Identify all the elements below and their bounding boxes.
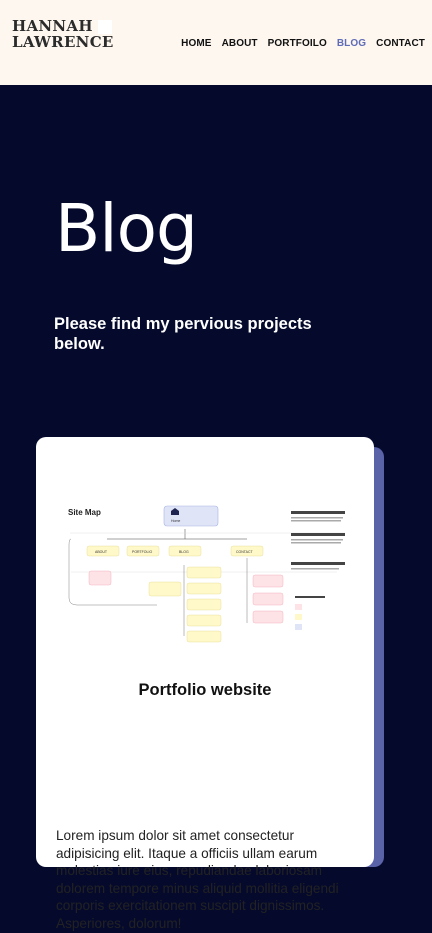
site-map-page-2: PORTFOLIO	[132, 550, 152, 554]
site-map-page-1: ABOUT	[95, 550, 108, 554]
page-subtitle: Please find my pervious projects below.	[54, 315, 312, 353]
main-nav: HOME ABOUT PORTFOILO BLOG CONTACT	[176, 38, 430, 49]
page-title: Blog	[55, 190, 198, 267]
site-map-page-4: CONTACT	[236, 550, 254, 554]
site-map-title: Site Map	[68, 508, 101, 517]
card-title[interactable]: Portfolio website	[36, 681, 374, 700]
site-map-home-label: Home	[171, 519, 180, 523]
blog-section: Blog Please find my pervious projects be…	[0, 85, 432, 931]
nav-blog[interactable]: BLOG	[332, 38, 371, 49]
nav-home[interactable]: HOME	[176, 38, 216, 49]
site-map-page-3: BLOG	[179, 550, 189, 554]
blog-card[interactable]: Site Map Home ABOUT PORTFOLIO BLOG CONTA…	[36, 437, 374, 931]
card-body: Lorem ipsum dolor sit amet consectetur a…	[56, 828, 339, 931]
site-map-pages: ABOUT PORTFOLIO BLOG CONTACT	[86, 545, 264, 557]
logo-block	[98, 20, 112, 34]
logo-line-2: LAWRENCE	[12, 33, 114, 51]
site-header: HANNAH LAWRENCE HOME ABOUT PORTFOILO BLO…	[0, 0, 432, 85]
site-map-image: Site Map Home ABOUT PORTFOLIO BLOG CONTA…	[67, 503, 349, 656]
nav-about[interactable]: ABOUT	[217, 38, 263, 49]
nav-portfolio[interactable]: PORTFOILO	[263, 38, 332, 49]
nav-contact[interactable]: CONTACT	[371, 38, 430, 49]
